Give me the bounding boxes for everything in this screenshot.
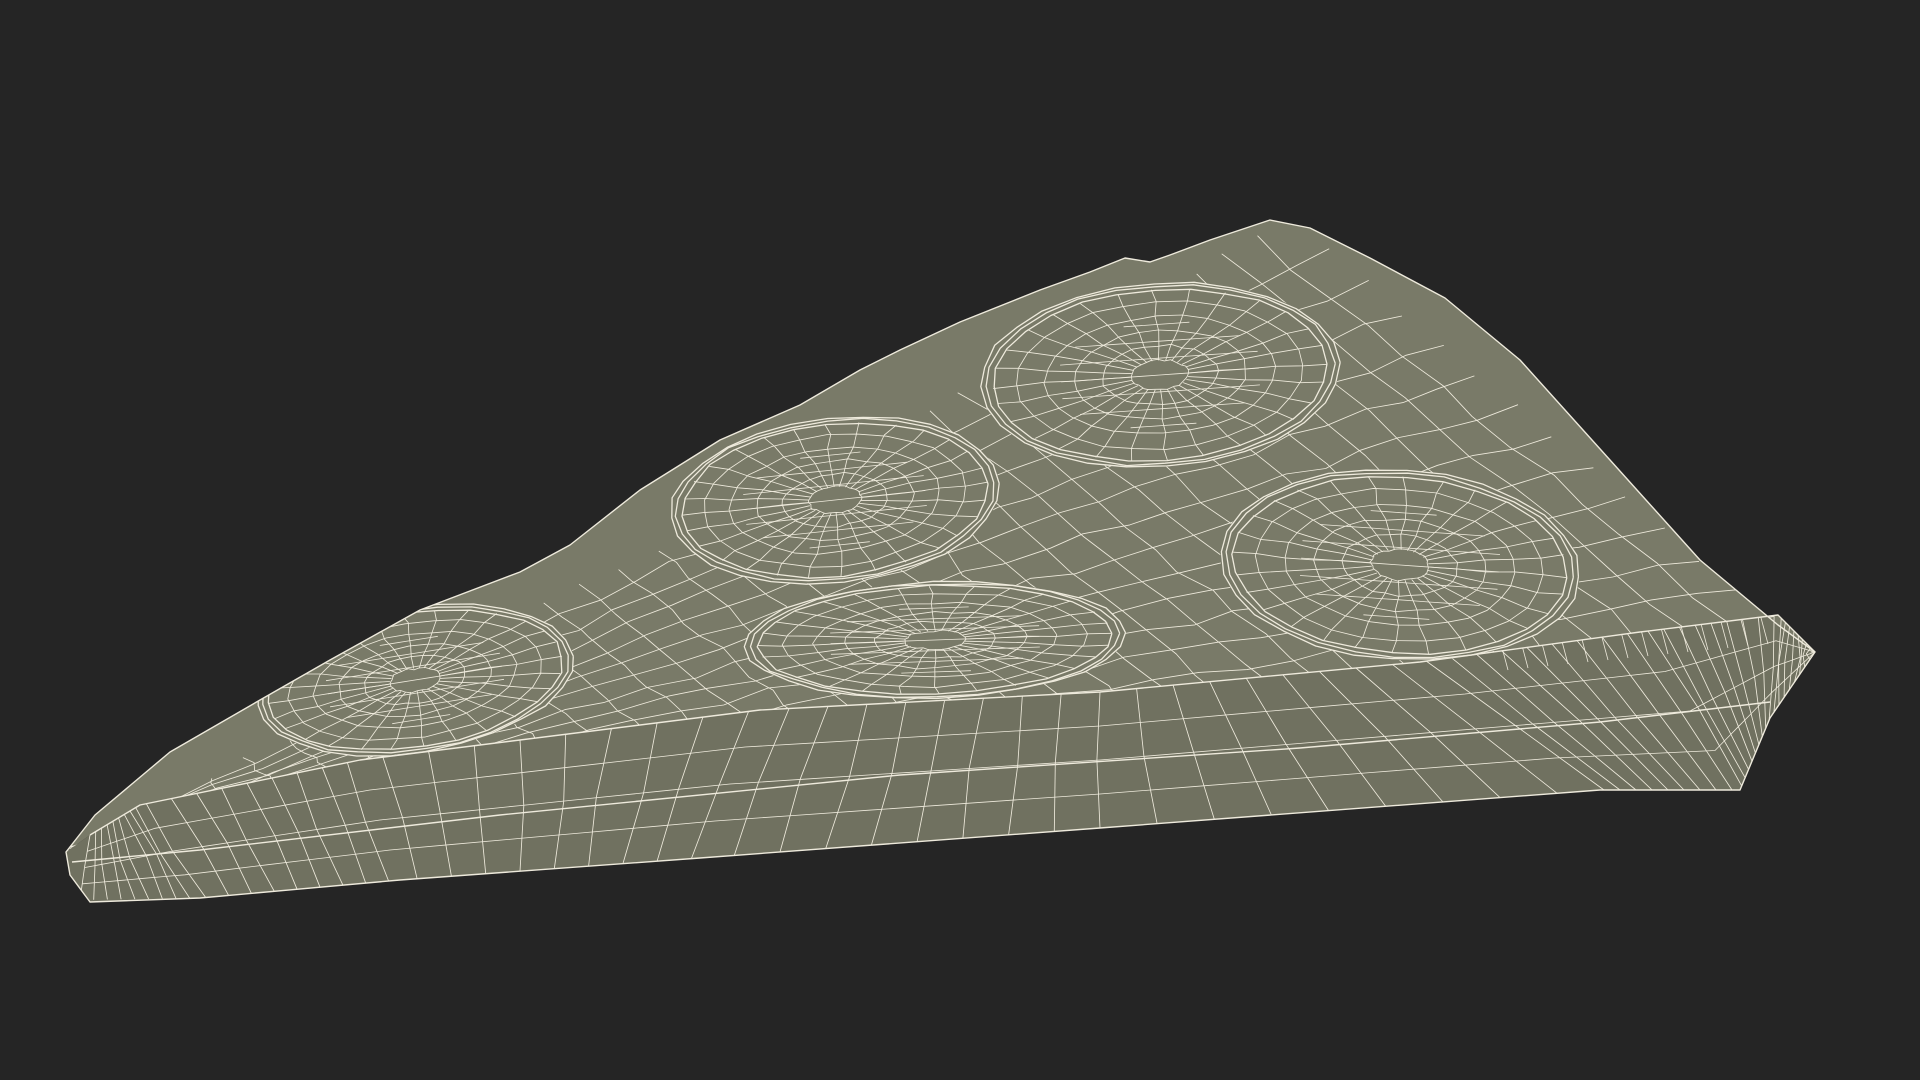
wireframe-render (65, 219, 1816, 903)
3d-viewport[interactable] (0, 0, 1920, 1080)
